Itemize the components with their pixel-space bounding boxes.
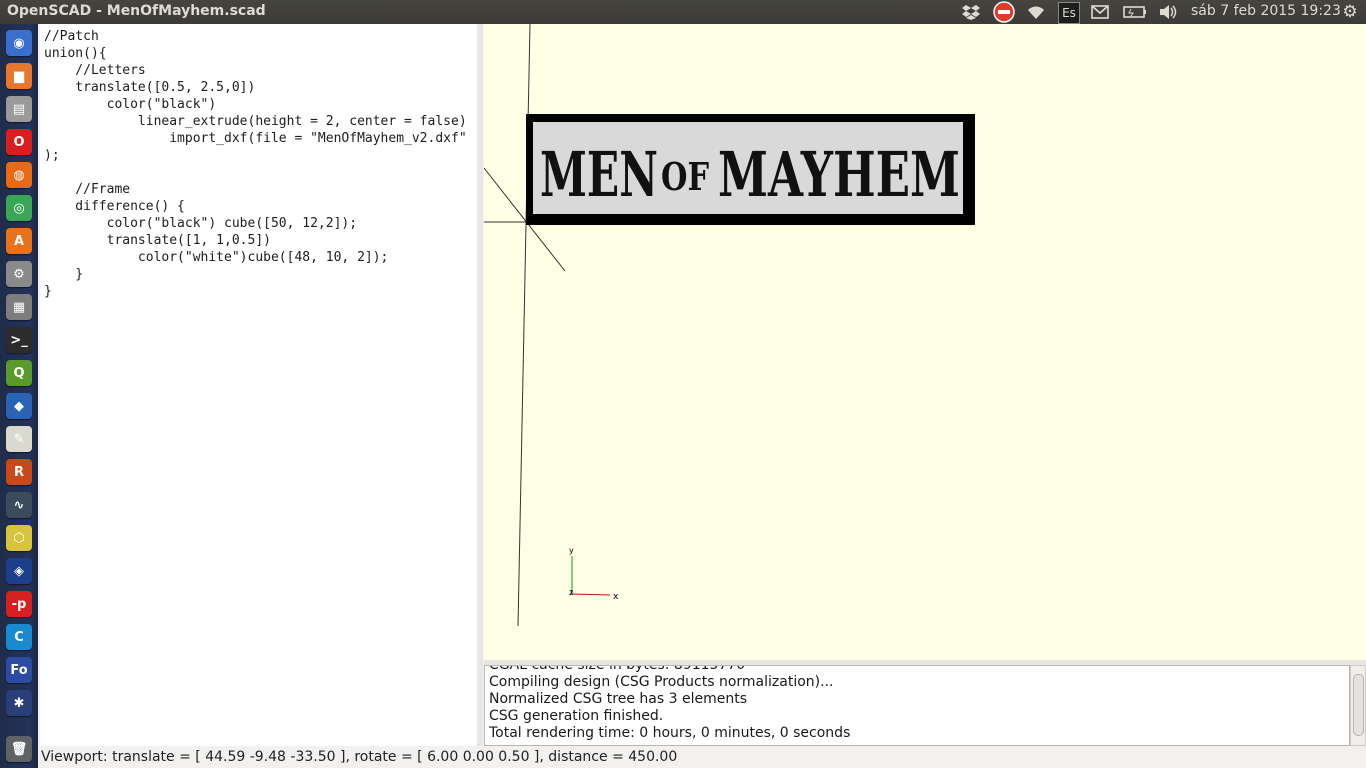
code-editor[interactable]: //Patch union(){ //Letters translate([0.5…: [40, 24, 478, 746]
qgis-icon[interactable]: Q: [6, 360, 32, 386]
battery-icon[interactable]: [1122, 2, 1148, 22]
console-output[interactable]: CGAL cache size in bytes: 89115770 Compil…: [484, 665, 1350, 746]
status-bar: Viewport: translate = [ 44.59 -9.48 -33.…: [38, 746, 1366, 768]
no-entry-icon[interactable]: [992, 1, 1016, 23]
rstudio-icon[interactable]: R: [6, 459, 32, 485]
opera-icon[interactable]: O: [6, 129, 32, 155]
file-cabinet-icon[interactable]: ▤: [6, 96, 32, 122]
volume-icon[interactable]: [1157, 2, 1179, 22]
viewport-scene: MEN OF MAYHEM y x z: [484, 24, 975, 627]
code-line[interactable]: [44, 164, 477, 181]
launcher: ◉ ▆ ▤ O ◍ ◎ A ⚙ ▦ >_ Q ◆ ✎ R ∿ ⬡ ◈ -p C Fo ✱ 🗑: [0, 24, 38, 768]
dropbox-icon[interactable]: [960, 2, 982, 22]
code-line[interactable]: linear_extrude(height = 2, center = fals…: [44, 113, 477, 130]
console-line: Total rendering time: 0 hours, 0 minutes…: [489, 725, 851, 741]
files-icon[interactable]: ▆: [6, 63, 32, 89]
console-line: Normalized CSG tree has 3 elements: [489, 691, 747, 707]
code-line[interactable]: color("white")cube([48, 10, 2]);: [44, 249, 477, 266]
code-line[interactable]: }: [44, 283, 477, 300]
code-line[interactable]: union(){: [44, 45, 477, 62]
openscad-icon[interactable]: ⬡: [6, 525, 32, 551]
patch-text-mayhem: MAYHEM: [718, 138, 960, 211]
console-line: CSG generation finished.: [489, 708, 664, 724]
gizmo-label-x: x: [613, 592, 619, 602]
vertical-splitter[interactable]: [477, 24, 483, 746]
code-line[interactable]: //Frame: [44, 181, 477, 198]
code-text[interactable]: //Patch union(){ //Letters translate([0.5…: [40, 24, 477, 300]
p-app-icon[interactable]: -p: [6, 591, 32, 617]
clock[interactable]: sáb 7 feb 2015 19:23: [1191, 3, 1341, 19]
wifi-icon[interactable]: [1025, 2, 1047, 22]
console-scrollbar[interactable]: [1350, 665, 1366, 746]
code-line[interactable]: }: [44, 266, 477, 283]
settings-gear-icon[interactable]: ⚙: [1339, 2, 1361, 22]
trash-icon[interactable]: 🗑: [6, 736, 32, 762]
patch-text-men: MEN: [540, 138, 658, 211]
3d-viewport[interactable]: MEN OF MAYHEM y x z: [484, 24, 1366, 660]
ubuntu-dash-icon[interactable]: ◉: [6, 30, 32, 56]
code-line[interactable]: translate([1, 1,0.5]): [44, 232, 477, 249]
calculator-icon[interactable]: ▦: [6, 294, 32, 320]
gizmo-x-axis: [571, 593, 611, 596]
inkscape-like-icon[interactable]: ◆: [6, 393, 32, 419]
software-center-icon[interactable]: A: [6, 228, 32, 254]
code-line[interactable]: color("black"): [44, 96, 477, 113]
fo-app-icon[interactable]: Fo: [6, 657, 32, 683]
keyboard-icon[interactable]: Es: [1058, 2, 1080, 24]
text-editor-icon[interactable]: ✎: [6, 426, 32, 452]
gizmo-label-y: y: [569, 546, 574, 555]
code-line[interactable]: import_dxf(file = "MenOfMayhem_v2.dxf": [44, 130, 477, 147]
chrome-icon[interactable]: ◎: [6, 195, 32, 221]
code-line[interactable]: difference() {: [44, 198, 477, 215]
console-line: CGAL cache size in bytes: 89115770: [489, 665, 746, 673]
code-line[interactable]: //Letters: [44, 62, 477, 79]
gizmo-label-z: z: [569, 588, 573, 597]
window-title: OpenSCAD - MenOfMayhem.scad: [7, 3, 266, 19]
viewport-status-text: Viewport: translate = [ 44.59 -9.48 -33.…: [41, 749, 678, 765]
inkscape-icon[interactable]: ◈: [6, 558, 32, 584]
top-panel: OpenSCAD - MenOfMayhem.scad Es sáb 7 feb…: [0, 0, 1366, 24]
mail-icon[interactable]: [1089, 2, 1111, 22]
console-scroll-thumb[interactable]: [1353, 674, 1364, 736]
code-line[interactable]: color("black") cube([50, 12,2]);: [44, 215, 477, 232]
code-line[interactable]: );: [44, 147, 477, 164]
code-line[interactable]: //Patch: [44, 28, 477, 45]
firefox-icon[interactable]: ◍: [6, 162, 32, 188]
system-settings-icon[interactable]: ⚙: [6, 261, 32, 287]
console-line: Compiling design (CSG Products normaliza…: [489, 674, 834, 690]
terminal-icon[interactable]: >_: [6, 327, 32, 353]
c-app-icon[interactable]: C: [6, 624, 32, 650]
system-monitor-icon[interactable]: ∿: [6, 492, 32, 518]
network-app-icon[interactable]: ✱: [6, 690, 32, 716]
code-line[interactable]: translate([0.5, 2.5,0]): [44, 79, 477, 96]
patch-text-of: OF: [661, 154, 709, 199]
